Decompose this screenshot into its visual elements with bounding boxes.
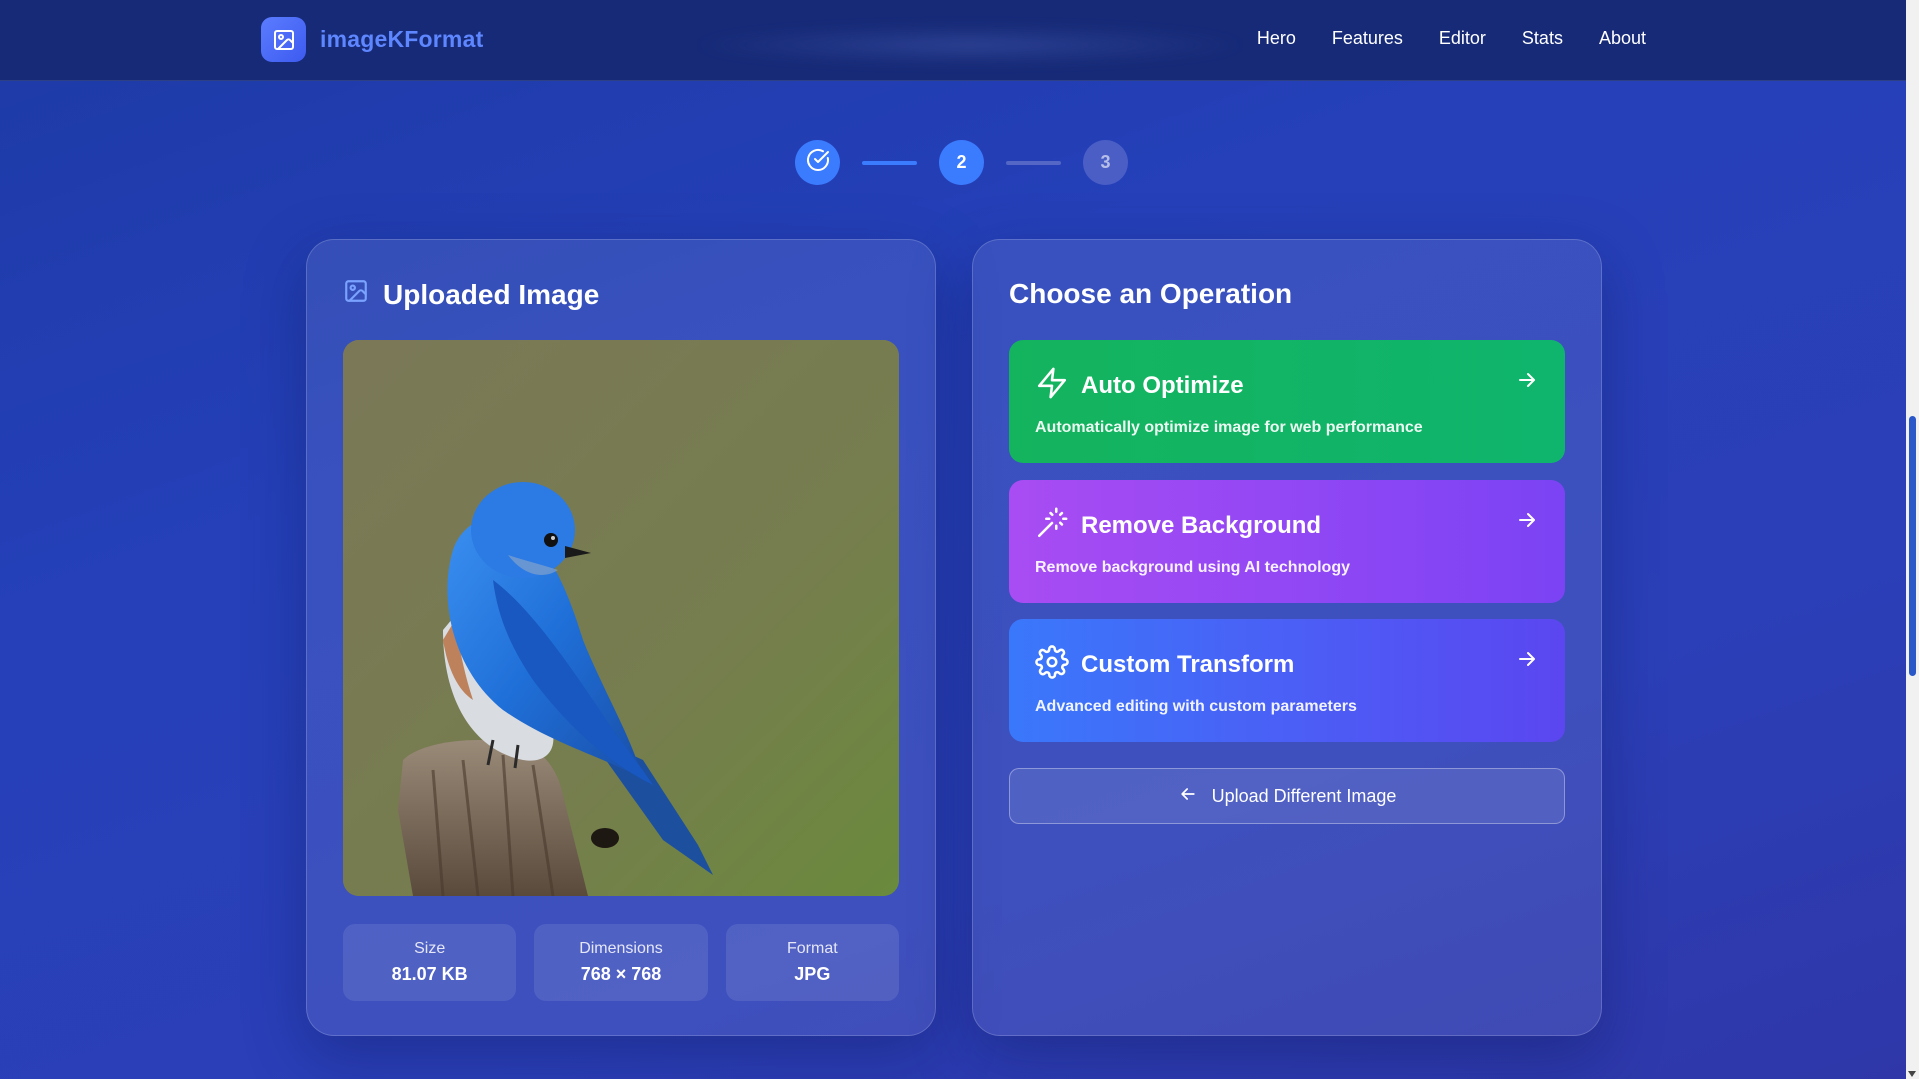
uploaded-image-heading: Uploaded Image — [343, 278, 599, 311]
navbar: imageKFormat Hero Features Editor Stats … — [0, 0, 1906, 81]
op-header: Auto Optimize — [1035, 366, 1539, 405]
operations-heading: Choose an Operation — [1009, 278, 1293, 309]
stat-value: 81.07 KB — [391, 964, 468, 984]
upload-button-label: Upload Different Image — [1211, 785, 1397, 806]
step-3-pending: 3 — [1083, 140, 1128, 185]
step-connector — [862, 160, 917, 165]
auto-optimize-button[interactable]: Auto Optimize Automatically optimize ima… — [1009, 340, 1565, 463]
nav-links: Hero Features Editor Stats About — [1257, 28, 1646, 49]
scrollbar-thumb[interactable] — [1909, 416, 1916, 676]
operations-card: Choose an Operation Auto Optimize Automa… — [972, 239, 1602, 1036]
bird-image — [343, 340, 899, 896]
op-title: Auto Optimize — [1081, 371, 1244, 399]
arrow-right-icon — [1515, 368, 1539, 397]
op-header: Remove Background — [1035, 506, 1539, 545]
stat-format: Format JPG — [725, 924, 899, 1001]
step-number: 3 — [1100, 152, 1111, 172]
op-description: Automatically optimize image for web per… — [1035, 419, 1423, 436]
lightning-icon — [1035, 366, 1069, 405]
card-title-text: Uploaded Image — [383, 278, 600, 310]
upload-different-image-button[interactable]: Upload Different Image — [1009, 768, 1565, 824]
stat-label: Size — [414, 940, 446, 957]
stat-value: JPG — [794, 964, 831, 984]
op-header: Custom Transform — [1035, 645, 1539, 684]
stat-value: 768 × 768 — [580, 964, 662, 984]
image-stats: Size 81.07 KB Dimensions 768 × 768 Forma… — [343, 924, 899, 1001]
custom-transform-button[interactable]: Custom Transform Advanced editing with c… — [1009, 619, 1565, 742]
op-title: Remove Background — [1081, 511, 1322, 539]
nav-link-editor[interactable]: Editor — [1439, 28, 1486, 49]
progress-stepper: 2 3 — [795, 140, 1128, 185]
nav-link-hero[interactable]: Hero — [1257, 28, 1296, 49]
step-1-complete — [795, 140, 840, 185]
navbar-glow — [690, 25, 1250, 65]
nav-link-stats[interactable]: Stats — [1522, 28, 1563, 49]
arrow-right-icon — [1515, 647, 1539, 676]
stat-label: Dimensions — [579, 940, 663, 957]
scrollbar[interactable] — [1906, 0, 1919, 1079]
magic-wand-icon — [1035, 506, 1069, 545]
step-2-active: 2 — [939, 140, 984, 185]
remove-background-button[interactable]: Remove Background Remove background usin… — [1009, 480, 1565, 603]
op-description: Advanced editing with custom parameters — [1035, 698, 1357, 715]
brand[interactable]: imageKFormat — [261, 17, 483, 62]
image-icon — [261, 17, 306, 62]
nav-link-about[interactable]: About — [1599, 28, 1646, 49]
stat-dimensions: Dimensions 768 × 768 — [534, 924, 708, 1001]
stat-label: Format — [786, 940, 838, 957]
uploaded-image-preview — [343, 340, 899, 896]
stat-size: Size 81.07 KB — [343, 924, 517, 1001]
arrow-left-icon — [1178, 784, 1198, 809]
op-title: Custom Transform — [1081, 650, 1295, 678]
step-connector — [1006, 160, 1061, 165]
gear-icon — [1035, 645, 1069, 684]
uploaded-image-card: Uploaded Image Size 81.07 KB Dimensions … — [306, 239, 936, 1036]
arrow-right-icon — [1515, 508, 1539, 537]
check-circle-icon — [806, 148, 830, 177]
scroll-down-icon[interactable] — [1908, 1071, 1916, 1077]
op-description: Remove background using AI technology — [1035, 559, 1350, 576]
image-icon — [343, 278, 369, 311]
step-number: 2 — [956, 152, 967, 172]
brand-name: imageKFormat — [320, 26, 484, 52]
nav-link-features[interactable]: Features — [1332, 28, 1403, 49]
